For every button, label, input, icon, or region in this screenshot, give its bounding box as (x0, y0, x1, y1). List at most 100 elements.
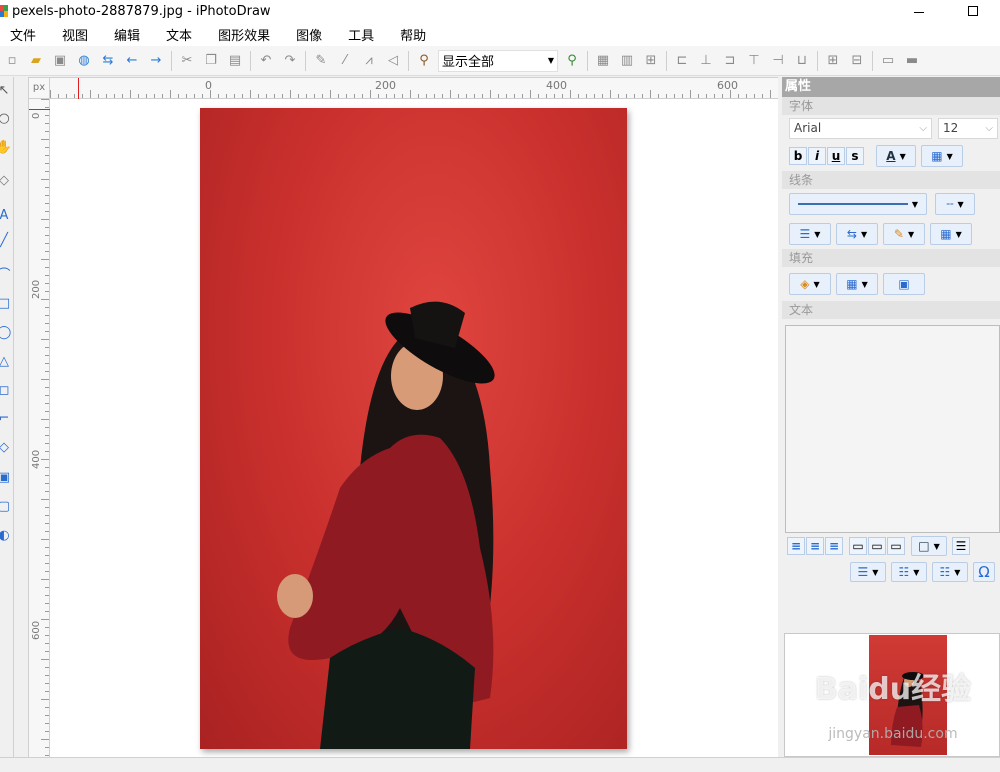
distribute-h-icon[interactable]: ⊞ (822, 50, 844, 72)
zoom-out-icon[interactable]: ⚲ (413, 50, 435, 72)
font-size-select[interactable]: 12 ⌵ (938, 117, 998, 139)
frame-tool-icon[interactable]: ▢ (0, 498, 12, 514)
polyline-tool-icon[interactable]: ⌒ (0, 265, 12, 283)
menu-view[interactable]: 视图 (49, 25, 101, 44)
menu-file[interactable]: 文件 (0, 25, 49, 44)
ruler-tick (45, 307, 49, 308)
brush-icon[interactable]: ⁄ (334, 50, 356, 72)
ruler-tick (45, 283, 49, 284)
underline-button[interactable]: u (827, 147, 845, 165)
portrait-photo[interactable] (200, 108, 627, 749)
line-grid-select[interactable]: ▦ ▼ (930, 223, 972, 245)
maximize-button[interactable] (946, 0, 1000, 22)
select-tool-icon[interactable]: ↖ (0, 82, 12, 98)
line-color-select[interactable]: ✎ ▼ (883, 223, 925, 245)
bring-front-icon[interactable]: ▭ (877, 50, 899, 72)
arrow-style-select[interactable]: ⇆ ▼ (836, 223, 878, 245)
image-tool-icon[interactable]: ▣ (0, 469, 12, 485)
menu-image[interactable]: 图像 (283, 25, 335, 44)
line-spacing-select[interactable]: ☰ ▼ (850, 562, 886, 582)
align-bottom-icon[interactable]: ⊔ (791, 50, 813, 72)
align-top-icon[interactable]: ⊤ (743, 50, 765, 72)
color-picker-icon[interactable]: ◐ (0, 527, 12, 543)
edit-icon[interactable]: ✎ (310, 50, 332, 72)
send-back-icon[interactable]: ▬ (901, 50, 923, 72)
line-tool-icon[interactable]: ╱ (0, 232, 12, 248)
align-right-icon[interactable]: ⊐ (719, 50, 741, 72)
ruler-tick (45, 515, 49, 516)
cut-icon[interactable]: ✂ (176, 50, 198, 72)
export-icon[interactable]: ⇆ (97, 50, 119, 72)
redo-icon[interactable]: → (145, 50, 167, 72)
ruler-tick (41, 339, 49, 340)
align-middle-icon[interactable]: ⊣ (767, 50, 789, 72)
bold-button[interactable]: b (789, 147, 807, 165)
ellipse-tool-icon[interactable]: ◯ (0, 324, 12, 340)
text-tool-icon[interactable]: A (0, 207, 12, 223)
undo-icon[interactable]: ← (121, 50, 143, 72)
menu-edit[interactable]: 编辑 (101, 25, 153, 44)
diamond-tool-icon[interactable]: ◇ (0, 439, 12, 455)
text-box-select[interactable]: □ ▼ (911, 536, 947, 556)
menu-help[interactable]: 帮助 (387, 25, 439, 44)
valign-top-icon[interactable]: ▭ (849, 537, 867, 555)
line-width-select[interactable]: ☰ ▼ (789, 223, 831, 245)
align-left-icon[interactable]: ≡ (787, 537, 805, 555)
rectangle-tool-icon[interactable]: □ (0, 295, 12, 311)
fill-color-select[interactable]: ◈ ▼ (789, 273, 831, 295)
symbol-button[interactable]: Ω (973, 562, 995, 582)
open-folder-icon[interactable]: ▰ (25, 50, 47, 72)
lasso-tool-icon[interactable]: ○ (0, 110, 12, 126)
minimize-button[interactable] (892, 0, 946, 22)
dash-style-select[interactable]: ╌ ▼ (935, 193, 975, 215)
align-left-icon[interactable]: ⊏ (671, 50, 693, 72)
drawing-canvas[interactable] (50, 99, 778, 757)
perspective-icon[interactable]: ◁ (382, 50, 404, 72)
fill-tool-icon[interactable]: ◇ (0, 172, 12, 188)
valign-middle-icon[interactable]: ▭ (868, 537, 886, 555)
fill-pattern-select[interactable]: ▦ ▼ (836, 273, 878, 295)
rotate-right-icon[interactable]: ↷ (279, 50, 301, 72)
group-icon[interactable]: ▦ (592, 50, 614, 72)
zoom-select[interactable]: 显示全部 ▼ (438, 49, 558, 72)
text-border-button[interactable]: ▦ ▼ (921, 145, 963, 167)
font-color-button[interactable]: A ▼ (876, 145, 916, 167)
ruler-tick (674, 94, 675, 98)
menu-effects[interactable]: 图形效果 (205, 25, 283, 44)
new-file-icon[interactable]: ▫ (1, 50, 23, 72)
copy-icon[interactable]: ❐ (200, 50, 222, 72)
font-family-select[interactable]: Arial ⌵ (789, 117, 932, 139)
strikethrough-button[interactable]: s (846, 147, 864, 165)
align-right-icon[interactable]: ≡ (825, 537, 843, 555)
ruler-tick (45, 731, 49, 732)
distribute-v-icon[interactable]: ⊟ (846, 50, 868, 72)
menu-text[interactable]: 文本 (153, 25, 205, 44)
arrow-tool-icon[interactable]: ⌐ (0, 410, 12, 426)
justify-icon[interactable]: ☰ (952, 537, 970, 555)
web-icon[interactable]: ◍ (73, 50, 95, 72)
bullet-list-select[interactable]: ☷ ▼ (891, 562, 927, 582)
line-style-select[interactable]: ▼ (789, 193, 927, 215)
align-center-icon[interactable]: ⊥ (695, 50, 717, 72)
panel-title: 属性 (782, 77, 1000, 97)
hand-tool-icon[interactable]: ✋ (0, 139, 12, 155)
fit-icon[interactable]: ⊞ (640, 50, 662, 72)
fill-image-button[interactable]: ▣ (883, 273, 925, 295)
ruler-tick (45, 587, 49, 588)
align-center-icon[interactable]: ≡ (806, 537, 824, 555)
flip-icon[interactable]: ⩘ (358, 50, 380, 72)
text-input-area[interactable] (785, 325, 1000, 533)
callout-tool-icon[interactable]: ◻ (0, 382, 12, 398)
triangle-tool-icon[interactable]: △ (0, 353, 12, 369)
valign-bottom-icon[interactable]: ▭ (887, 537, 905, 555)
arrange-icon[interactable]: ▥ (616, 50, 638, 72)
numbered-list-select[interactable]: ☷ ▼ (932, 562, 968, 582)
italic-button[interactable]: i (808, 147, 826, 165)
ruler-tick (45, 323, 49, 324)
save-icon[interactable]: ▣ (49, 50, 71, 72)
zoom-in-icon[interactable]: ⚲ (561, 50, 583, 72)
paste-icon[interactable]: ▤ (224, 50, 246, 72)
menu-tools[interactable]: 工具 (335, 25, 387, 44)
navigator-thumbnail[interactable]: Baidu经验 jingyan.baidu.com (784, 633, 1000, 757)
rotate-left-icon[interactable]: ↶ (255, 50, 277, 72)
